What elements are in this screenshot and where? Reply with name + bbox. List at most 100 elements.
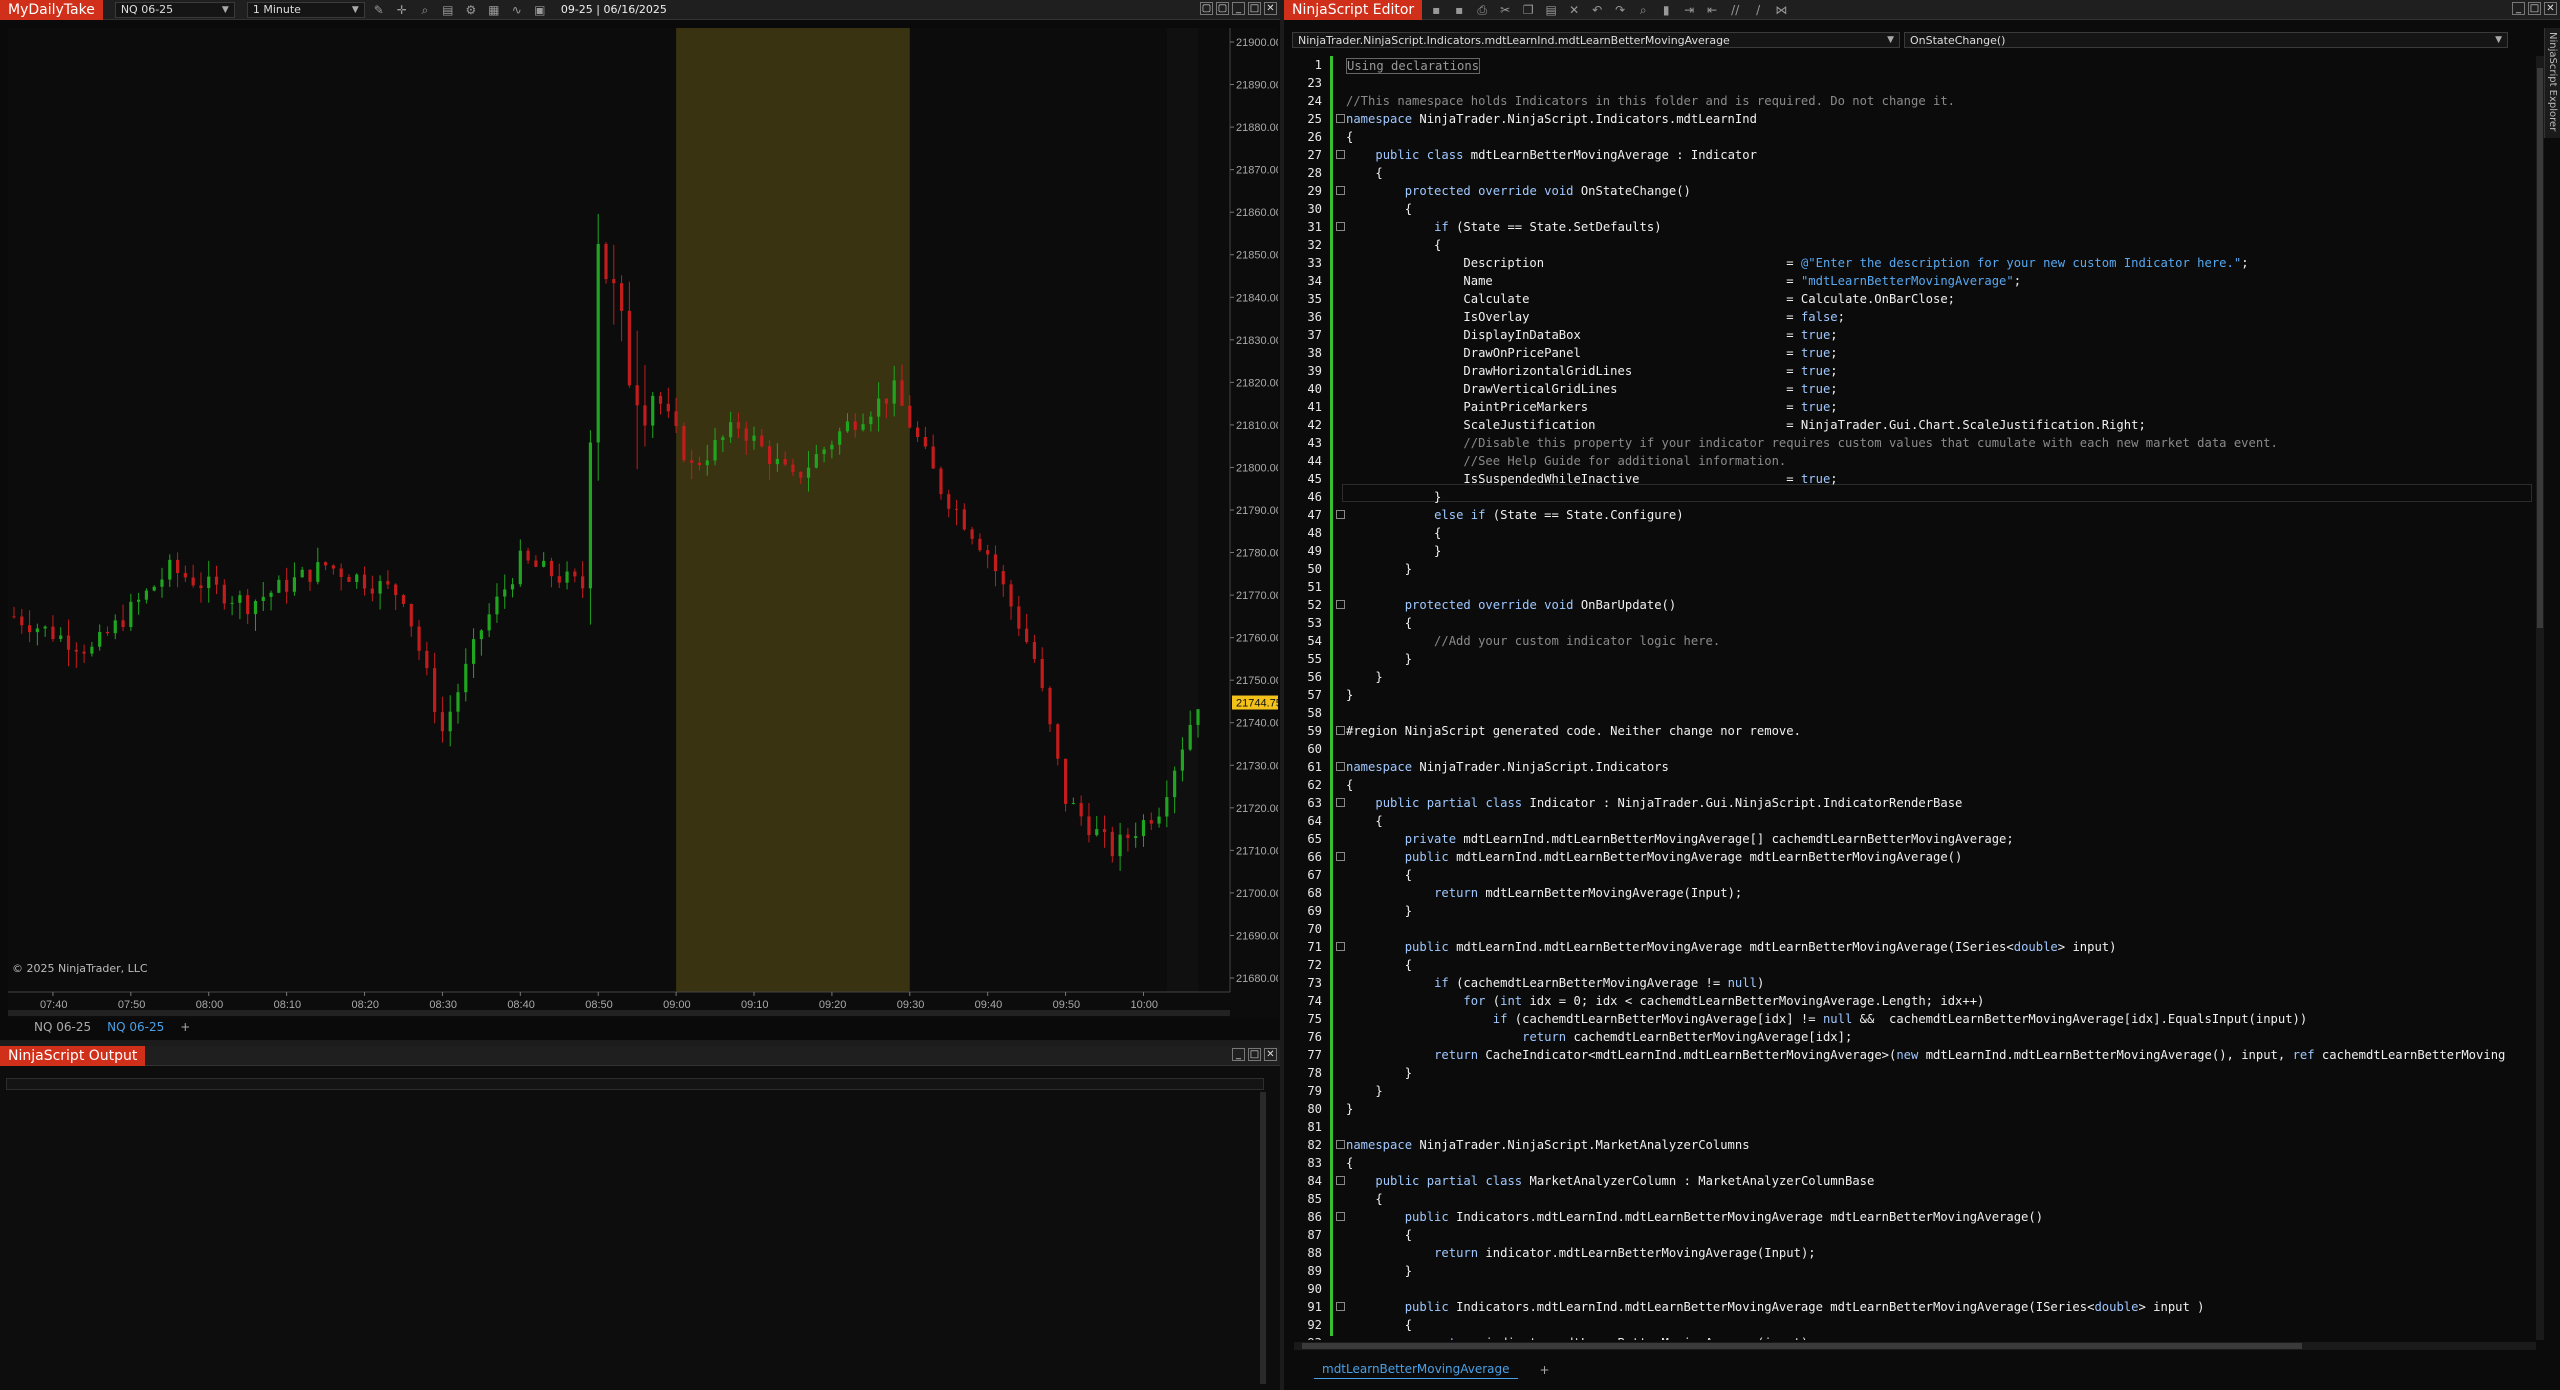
code-line[interactable]: 53 { <box>1282 614 2508 632</box>
code-line[interactable]: 93 return indicator.mdtLearnBetterMoving… <box>1282 1334 2508 1340</box>
code-line[interactable]: 85 { <box>1282 1190 2508 1208</box>
instrument-selector[interactable]: NQ 06-25 ▼ <box>114 1 235 18</box>
maximize-icon[interactable]: □ <box>1248 2 1261 15</box>
save-all-icon[interactable]: ▪ <box>1450 2 1468 18</box>
properties-icon[interactable]: ▦ <box>485 2 503 18</box>
print-icon[interactable]: ⎙ <box>1473 2 1491 18</box>
fold-toggle-icon[interactable] <box>1336 114 1345 123</box>
fold-toggle-icon[interactable] <box>1336 798 1345 807</box>
code-line[interactable]: 83 { <box>1282 1154 2508 1172</box>
maximize-icon[interactable]: □ <box>2528 2 2541 15</box>
zoom-icon[interactable]: ⌕ <box>416 2 434 18</box>
code-line[interactable]: 70 <box>1282 920 2508 938</box>
comment-icon[interactable]: // <box>1726 2 1744 18</box>
code-line[interactable]: 49 } <box>1282 542 2508 560</box>
code-line[interactable]: 62 { <box>1282 776 2508 794</box>
close-icon[interactable]: ✕ <box>2544 2 2557 15</box>
code-line[interactable]: 24 //This namespace holds Indicators in t… <box>1282 92 2508 110</box>
code-line[interactable]: 69 } <box>1282 902 2508 920</box>
editor-vscroll-thumb[interactable] <box>2537 68 2543 628</box>
code-line[interactable]: 61 namespace NinjaTrader.NinjaScript.Indi… <box>1282 758 2508 776</box>
code-line[interactable]: 86 public Indicators.mdtLearnInd.mdtLear… <box>1282 1208 2508 1226</box>
paste-icon[interactable]: ▤ <box>1542 2 1560 18</box>
code-line[interactable]: 58 <box>1282 704 2508 722</box>
editor-hscroll-thumb[interactable] <box>1302 1343 2302 1349</box>
interval-selector[interactable]: 1 Minute ▼ <box>246 1 365 18</box>
code-editor[interactable]: 1 Using declarations 23 24 //This namespace … <box>1282 56 2508 1340</box>
fold-toggle-icon[interactable] <box>1336 186 1345 195</box>
code-line[interactable]: 78 } <box>1282 1064 2508 1082</box>
minimize-icon[interactable]: _ <box>1232 1048 1245 1061</box>
code-line[interactable]: 88 return indicator.mdtLearnBetterMoving… <box>1282 1244 2508 1262</box>
code-line[interactable]: 52 protected override void OnBarUpdate() <box>1282 596 2508 614</box>
code-line[interactable]: 60 <box>1282 740 2508 758</box>
code-line[interactable]: 46 } <box>1282 488 2508 506</box>
code-line[interactable]: 34 Name = "mdtLearnBetterMovingAverage"; <box>1282 272 2508 290</box>
editor-hscrollbar[interactable] <box>1294 1342 2536 1350</box>
code-line[interactable]: 23 <box>1282 74 2508 92</box>
explorer-side-tab[interactable]: NinjaScript Explorer <box>2544 28 2560 138</box>
close-icon[interactable]: ✕ <box>1264 2 1277 15</box>
editor-file-tab[interactable]: mdtLearnBetterMovingAverage <box>1314 1360 1518 1379</box>
chart-tab-1[interactable]: NQ 06-25 <box>26 1018 99 1036</box>
code-line[interactable]: 41 PaintPriceMarkers = true; <box>1282 398 2508 416</box>
code-line[interactable]: 42 ScaleJustification = NinjaTrader.Gui.… <box>1282 416 2508 434</box>
code-line[interactable]: 56 } <box>1282 668 2508 686</box>
code-line[interactable]: 67 { <box>1282 866 2508 884</box>
find-icon[interactable]: ⌕ <box>1634 2 1652 18</box>
code-line[interactable]: 25 namespace NinjaTrader.NinjaScript.Indi… <box>1282 110 2508 128</box>
code-line[interactable]: 50 } <box>1282 560 2508 578</box>
code-line[interactable]: 40 DrawVerticalGridLines = true; <box>1282 380 2508 398</box>
code-line[interactable]: 66 public mdtLearnInd.mdtLearnBetterMovi… <box>1282 848 2508 866</box>
restore-icon[interactable]: ▢ <box>1216 2 1229 15</box>
fold-toggle-icon[interactable] <box>1336 1176 1345 1185</box>
code-line[interactable]: 91 public Indicators.mdtLearnInd.mdtLear… <box>1282 1298 2508 1316</box>
code-line[interactable]: 92 { <box>1282 1316 2508 1334</box>
indicators-icon[interactable]: ▤ <box>439 2 457 18</box>
code-line[interactable]: 71 public mdtLearnInd.mdtLearnBetterMovi… <box>1282 938 2508 956</box>
member-selector[interactable]: OnStateChange() ▼ <box>1904 32 2508 48</box>
code-line[interactable]: 59 #region NinjaScript generated code. Ne… <box>1282 722 2508 740</box>
fold-toggle-icon[interactable] <box>1336 852 1345 861</box>
code-line[interactable]: 65 private mdtLearnInd.mdtLearnBetterMov… <box>1282 830 2508 848</box>
bookmark-icon[interactable]: ▮ <box>1657 2 1675 18</box>
chart-tab-2[interactable]: NQ 06-25 <box>99 1018 172 1036</box>
fold-toggle-icon[interactable] <box>1336 510 1345 519</box>
fold-toggle-icon[interactable] <box>1336 762 1345 771</box>
code-line[interactable]: 43 //Disable this property if your indic… <box>1282 434 2508 452</box>
code-line[interactable]: 74 for (int idx = 0; idx < cachemdtLearn… <box>1282 992 2508 1010</box>
copy-icon[interactable]: ❐ <box>1519 2 1537 18</box>
code-line[interactable]: 30 { <box>1282 200 2508 218</box>
output-text-area[interactable] <box>6 1092 1256 1384</box>
output-scrollbar[interactable] <box>1260 1092 1266 1384</box>
redo-icon[interactable]: ↷ <box>1611 2 1629 18</box>
fold-toggle-icon[interactable] <box>1336 1140 1345 1149</box>
code-line[interactable]: 28 { <box>1282 164 2508 182</box>
code-line[interactable]: 44 //See Help Guide for additional infor… <box>1282 452 2508 470</box>
code-line[interactable]: 35 Calculate = Calculate.OnBarClose; <box>1282 290 2508 308</box>
fold-toggle-icon[interactable] <box>1336 600 1345 609</box>
fold-toggle-icon[interactable] <box>1336 1302 1345 1311</box>
code-line[interactable]: 36 IsOverlay = false; <box>1282 308 2508 326</box>
code-line[interactable]: 51 <box>1282 578 2508 596</box>
code-line[interactable]: 68 return mdtLearnBetterMovingAverage(In… <box>1282 884 2508 902</box>
minimize-icon[interactable]: _ <box>2512 2 2525 15</box>
code-line[interactable]: 75 if (cachemdtLearnBetterMovingAverage[… <box>1282 1010 2508 1028</box>
code-line[interactable]: 64 { <box>1282 812 2508 830</box>
code-line[interactable]: 55 } <box>1282 650 2508 668</box>
code-line[interactable]: 81 <box>1282 1118 2508 1136</box>
fold-toggle-icon[interactable] <box>1336 222 1345 231</box>
code-line[interactable]: 87 { <box>1282 1226 2508 1244</box>
code-line[interactable]: 89 } <box>1282 1262 2508 1280</box>
code-line[interactable]: 82 namespace NinjaTrader.NinjaScript.Mark… <box>1282 1136 2508 1154</box>
code-line[interactable]: 1 Using declarations <box>1282 56 2508 74</box>
code-line[interactable]: 90 <box>1282 1280 2508 1298</box>
code-line[interactable]: 84 public partial class MarketAnalyzerCo… <box>1282 1172 2508 1190</box>
code-line[interactable]: 45 IsSuspendedWhileInactive = true; <box>1282 470 2508 488</box>
fold-toggle-icon[interactable] <box>1336 150 1345 159</box>
editor-vscrollbar[interactable] <box>2536 56 2544 1340</box>
menu-icon[interactable]: ▢ <box>1200 2 1213 15</box>
code-line[interactable]: 33 Description = @"Enter the description… <box>1282 254 2508 272</box>
uncomment-icon[interactable]: / <box>1749 2 1767 18</box>
code-line[interactable]: 63 public partial class Indicator : Ninj… <box>1282 794 2508 812</box>
